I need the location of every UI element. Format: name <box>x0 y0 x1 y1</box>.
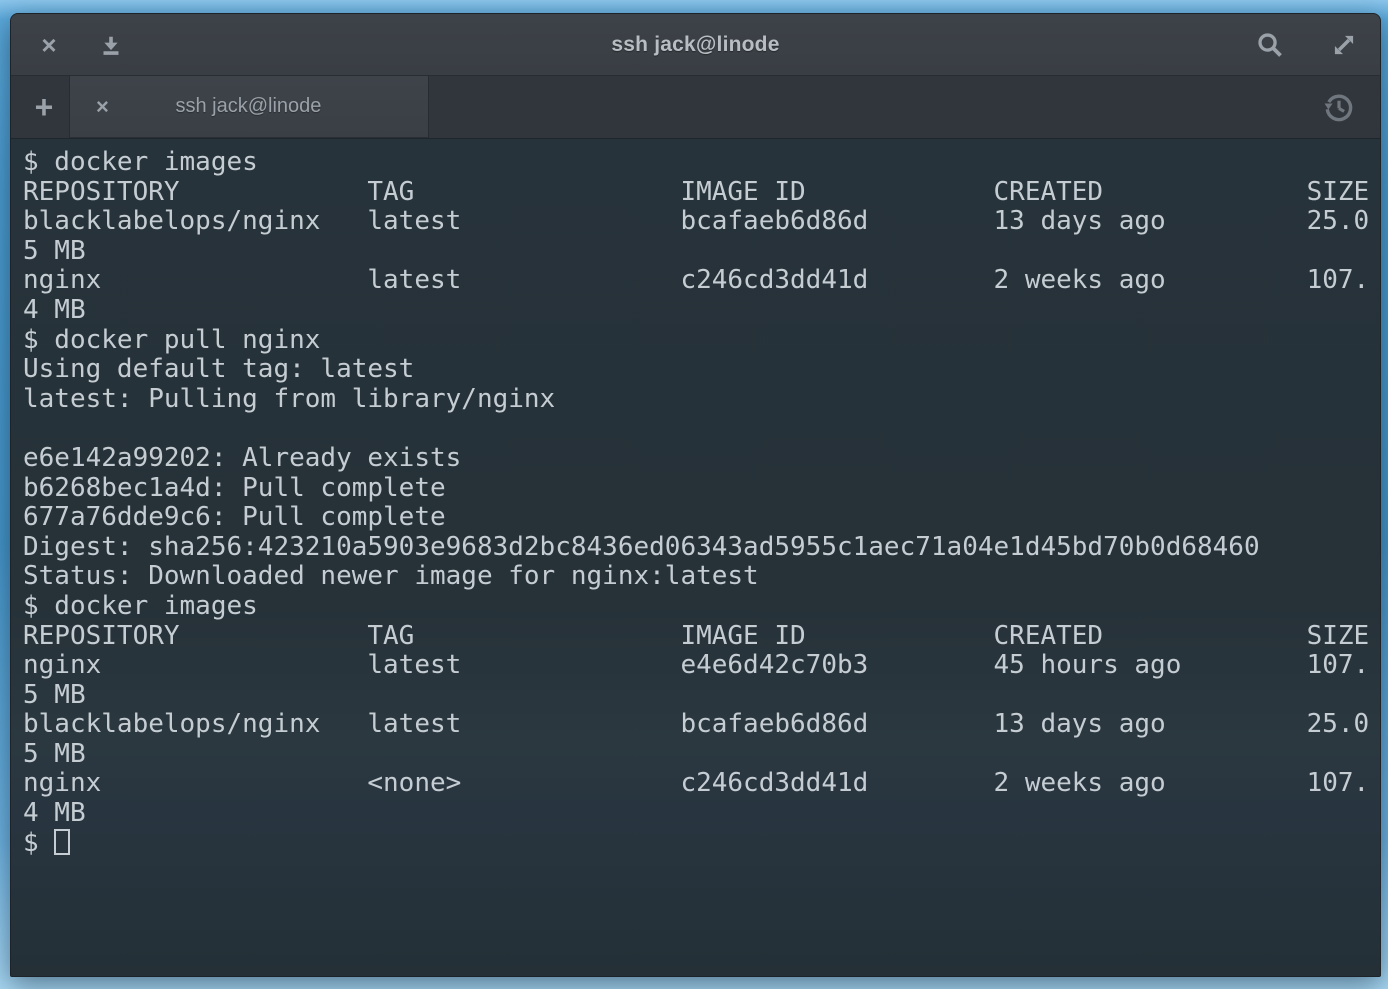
terminal-line: nginx latest c246cd3dd41d 2 weeks ago 10… <box>23 266 1380 296</box>
terminal-line: 5 MB <box>23 237 1380 267</box>
tab-close-icon[interactable]: × <box>96 96 109 118</box>
terminal-window: × ssh jack@linode <box>10 13 1381 977</box>
titlebar[interactable]: × ssh jack@linode <box>11 14 1380 76</box>
terminal-line: REPOSITORY TAG IMAGE ID CREATED SIZE <box>23 622 1380 652</box>
terminal-prompt-line: $ <box>23 829 1380 859</box>
terminal-output: $ docker imagesREPOSITORY TAG IMAGE ID C… <box>23 148 1380 829</box>
terminal-line: 5 MB <box>23 740 1380 770</box>
terminal-line: nginx <none> c246cd3dd41d 2 weeks ago 10… <box>23 769 1380 799</box>
terminal-line: $ docker images <box>23 148 1380 178</box>
tab-ssh-jack-linode[interactable]: × ssh jack@linode <box>69 76 429 138</box>
tab-label: ssh jack@linode <box>109 95 388 118</box>
terminal-line: blacklabelops/nginx latest bcafaeb6d86d … <box>23 207 1380 237</box>
close-icon: × <box>41 32 56 58</box>
terminal-line: Status: Downloaded newer image for nginx… <box>23 562 1380 592</box>
terminal-line: latest: Pulling from library/nginx <box>23 385 1380 415</box>
terminal-line: REPOSITORY TAG IMAGE ID CREATED SIZE <box>23 178 1380 208</box>
terminal-line: nginx latest e4e6d42c70b3 45 hours ago 1… <box>23 651 1380 681</box>
terminal-line <box>23 414 1380 444</box>
history-button[interactable] <box>1322 90 1358 126</box>
terminal-line: 4 MB <box>23 296 1380 326</box>
window-title: ssh jack@linode <box>11 33 1380 57</box>
tab-bar: + × ssh jack@linode <box>11 76 1380 139</box>
terminal-line: 5 MB <box>23 681 1380 711</box>
terminal-cursor <box>54 829 70 855</box>
maximize-icon <box>1331 32 1357 58</box>
search-icon <box>1256 31 1284 59</box>
terminal-line: 677a76dde9c6: Pull complete <box>23 503 1380 533</box>
terminal-line: Using default tag: latest <box>23 355 1380 385</box>
minimize-icon <box>99 33 123 57</box>
history-icon <box>1322 91 1358 125</box>
terminal-line: blacklabelops/nginx latest bcafaeb6d86d … <box>23 710 1380 740</box>
terminal-line: Digest: sha256:423210a5903e9683d2bc8436e… <box>23 533 1380 563</box>
minimize-button[interactable] <box>91 25 131 65</box>
terminal-line: b6268bec1a4d: Pull complete <box>23 474 1380 504</box>
search-button[interactable] <box>1250 25 1290 65</box>
terminal-screen[interactable]: $ docker imagesREPOSITORY TAG IMAGE ID C… <box>11 141 1380 976</box>
terminal-line: 4 MB <box>23 799 1380 829</box>
close-button[interactable]: × <box>29 25 69 65</box>
prompt-text: $ <box>23 829 54 859</box>
terminal-line: $ docker pull nginx <box>23 326 1380 356</box>
terminal-line: $ docker images <box>23 592 1380 622</box>
terminal-line: e6e142a99202: Already exists <box>23 444 1380 474</box>
maximize-button[interactable] <box>1324 25 1364 65</box>
plus-icon: + <box>35 89 54 125</box>
new-tab-button[interactable]: + <box>21 84 67 130</box>
